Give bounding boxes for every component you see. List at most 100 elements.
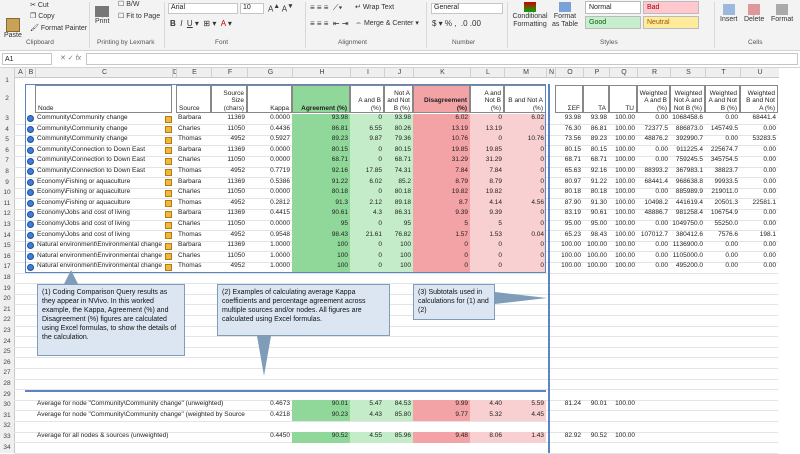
format-button[interactable]: Format: [771, 4, 793, 23]
column-header-l[interactable]: L: [470, 68, 505, 78]
row-number[interactable]: 10: [0, 188, 15, 199]
row-number[interactable]: 5: [0, 135, 15, 146]
summary-cell-bna[interactable]: 5.59: [504, 400, 546, 411]
align-horizontal-buttons[interactable]: ≡ ≡ ≡ ⇤ ⇥: [310, 19, 349, 28]
format-as-table-button[interactable]: Format as Table: [550, 2, 580, 29]
row-number[interactable]: 1: [0, 77, 15, 84]
column-header-q[interactable]: Q: [609, 68, 638, 78]
row-number[interactable]: 19: [0, 283, 15, 295]
row-number[interactable]: 28: [0, 379, 15, 390]
style-neutral[interactable]: Neutral: [643, 16, 699, 29]
row-number[interactable]: 32: [0, 421, 15, 432]
summary-cell-kappa[interactable]: 0.4673: [247, 400, 292, 411]
column-header-j[interactable]: J: [384, 68, 414, 78]
number-format-select[interactable]: General: [431, 3, 503, 14]
summary-cell-dis[interactable]: 9.48: [413, 432, 470, 443]
row-number[interactable]: 12: [0, 209, 15, 220]
row-number[interactable]: 26: [0, 357, 15, 369]
row-number[interactable]: 30: [0, 400, 15, 411]
format-painter-button[interactable]: 🖌 Format Painter: [30, 24, 87, 32]
column-header-p[interactable]: P: [583, 68, 610, 78]
row-number[interactable]: 3: [0, 114, 15, 125]
summary-cell-kappa[interactable]: 0.4218: [247, 411, 292, 422]
cut-button[interactable]: ✂ Cut: [30, 1, 49, 9]
number-format-buttons[interactable]: $ ▾ % , .0 .00: [432, 19, 481, 28]
column-header-m[interactable]: M: [504, 68, 547, 78]
summary-cell-dis[interactable]: 9.99: [413, 400, 470, 411]
row-number[interactable]: 29: [0, 389, 15, 401]
row-number[interactable]: 8: [0, 167, 15, 178]
wrap-text-button[interactable]: ↵ Wrap Text: [355, 3, 394, 11]
font-name-select[interactable]: Arial: [168, 3, 238, 14]
summary-cell-agr[interactable]: 90.01: [292, 400, 350, 411]
row-number[interactable]: 17: [0, 262, 15, 273]
row-number[interactable]: 20: [0, 294, 15, 305]
summary-cell-tu[interactable]: 100.00: [609, 432, 637, 443]
column-header-o[interactable]: O: [555, 68, 584, 78]
summary-cell-nn[interactable]: 84.53: [384, 400, 413, 411]
row-number[interactable]: 34: [0, 442, 15, 454]
row-number[interactable]: 18: [0, 273, 15, 284]
row-number[interactable]: 22: [0, 315, 15, 326]
merge-center-button[interactable]: ⇔ Merge & Center ▾: [355, 19, 419, 27]
row-number[interactable]: 25: [0, 347, 15, 358]
summary-cell-tu[interactable]: 100.00: [609, 400, 637, 411]
summary-cell-agr[interactable]: 90.23: [292, 410, 350, 422]
column-header-h[interactable]: H: [292, 68, 351, 78]
column-header-i[interactable]: I: [350, 68, 385, 78]
row-number[interactable]: 15: [0, 241, 15, 252]
fit-to-page-checkbox[interactable]: ☐ Fit to Page: [118, 12, 160, 20]
row-number[interactable]: 11: [0, 198, 15, 210]
summary-cell-ta[interactable]: 90.01: [583, 400, 609, 411]
summary-cell-sef[interactable]: 82.92: [555, 432, 583, 443]
summary-cell-ab[interactable]: 4.55: [350, 432, 384, 443]
style-normal[interactable]: Normal: [585, 1, 641, 14]
style-bad[interactable]: Bad: [643, 1, 699, 14]
summary-cell-dis[interactable]: 9.77: [413, 410, 470, 422]
summary-cell-kappa[interactable]: 0.4450: [247, 432, 292, 443]
style-good[interactable]: Good: [585, 16, 641, 29]
formula-buttons[interactable]: ✕ ✓ fx: [60, 54, 81, 62]
row-number[interactable]: 2: [0, 84, 15, 114]
summary-cell-anb[interactable]: 4.40: [470, 400, 504, 411]
font-size-select[interactable]: 10: [240, 3, 264, 14]
print-button[interactable]: Print: [95, 6, 109, 25]
row-number[interactable]: 31: [0, 410, 15, 422]
summary-cell-bna[interactable]: 1.43: [504, 432, 546, 443]
summary-cell-sef[interactable]: [555, 411, 583, 422]
summary-cell-anb[interactable]: 8.06: [470, 432, 504, 443]
summary-cell-agr[interactable]: 90.52: [292, 432, 350, 443]
row-number[interactable]: 33: [0, 432, 15, 443]
row-number[interactable]: 27: [0, 368, 15, 379]
font-grow-icon[interactable]: A▲ A▼: [268, 3, 294, 14]
conditional-formatting-button[interactable]: Conditional Formatting: [511, 2, 549, 29]
row-number[interactable]: 14: [0, 230, 15, 242]
copy-button[interactable]: ❐ Copy: [30, 12, 55, 20]
row-number[interactable]: 4: [0, 124, 15, 136]
summary-cell-ta[interactable]: [583, 411, 609, 422]
summary-cell-anb[interactable]: 5.32: [470, 410, 504, 422]
summary-cell-tu[interactable]: [609, 411, 637, 422]
summary-cell-nn[interactable]: 85.96: [384, 432, 413, 443]
summary-cell-sef[interactable]: 81.24: [555, 400, 583, 411]
delete-button[interactable]: Delete: [744, 4, 764, 23]
summary-cell-nn[interactable]: 85.80: [384, 410, 413, 422]
bw-checkbox[interactable]: ☐ B/W: [118, 0, 139, 8]
row-number[interactable]: 21: [0, 304, 15, 316]
column-header-k[interactable]: K: [413, 68, 471, 78]
row-number[interactable]: 23: [0, 326, 15, 337]
name-box[interactable]: A1: [2, 53, 52, 65]
column-header-r[interactable]: R: [637, 68, 671, 78]
column-header-t[interactable]: T: [705, 68, 741, 78]
summary-cell-bna[interactable]: 4.45: [504, 410, 546, 422]
column-header-e[interactable]: E: [176, 68, 212, 78]
column-header-f[interactable]: F: [211, 68, 248, 78]
paste-button[interactable]: Paste: [4, 18, 22, 39]
column-header-s[interactable]: S: [670, 68, 706, 78]
row-number[interactable]: 7: [0, 156, 15, 167]
formula-input[interactable]: [86, 53, 798, 65]
align-top-buttons[interactable]: ≡ ≡ ≡ ⟋▾: [310, 3, 342, 13]
insert-button[interactable]: Insert: [720, 4, 738, 23]
summary-cell-ab[interactable]: 5.47: [350, 400, 384, 411]
summary-cell-ab[interactable]: 4.43: [350, 410, 384, 422]
